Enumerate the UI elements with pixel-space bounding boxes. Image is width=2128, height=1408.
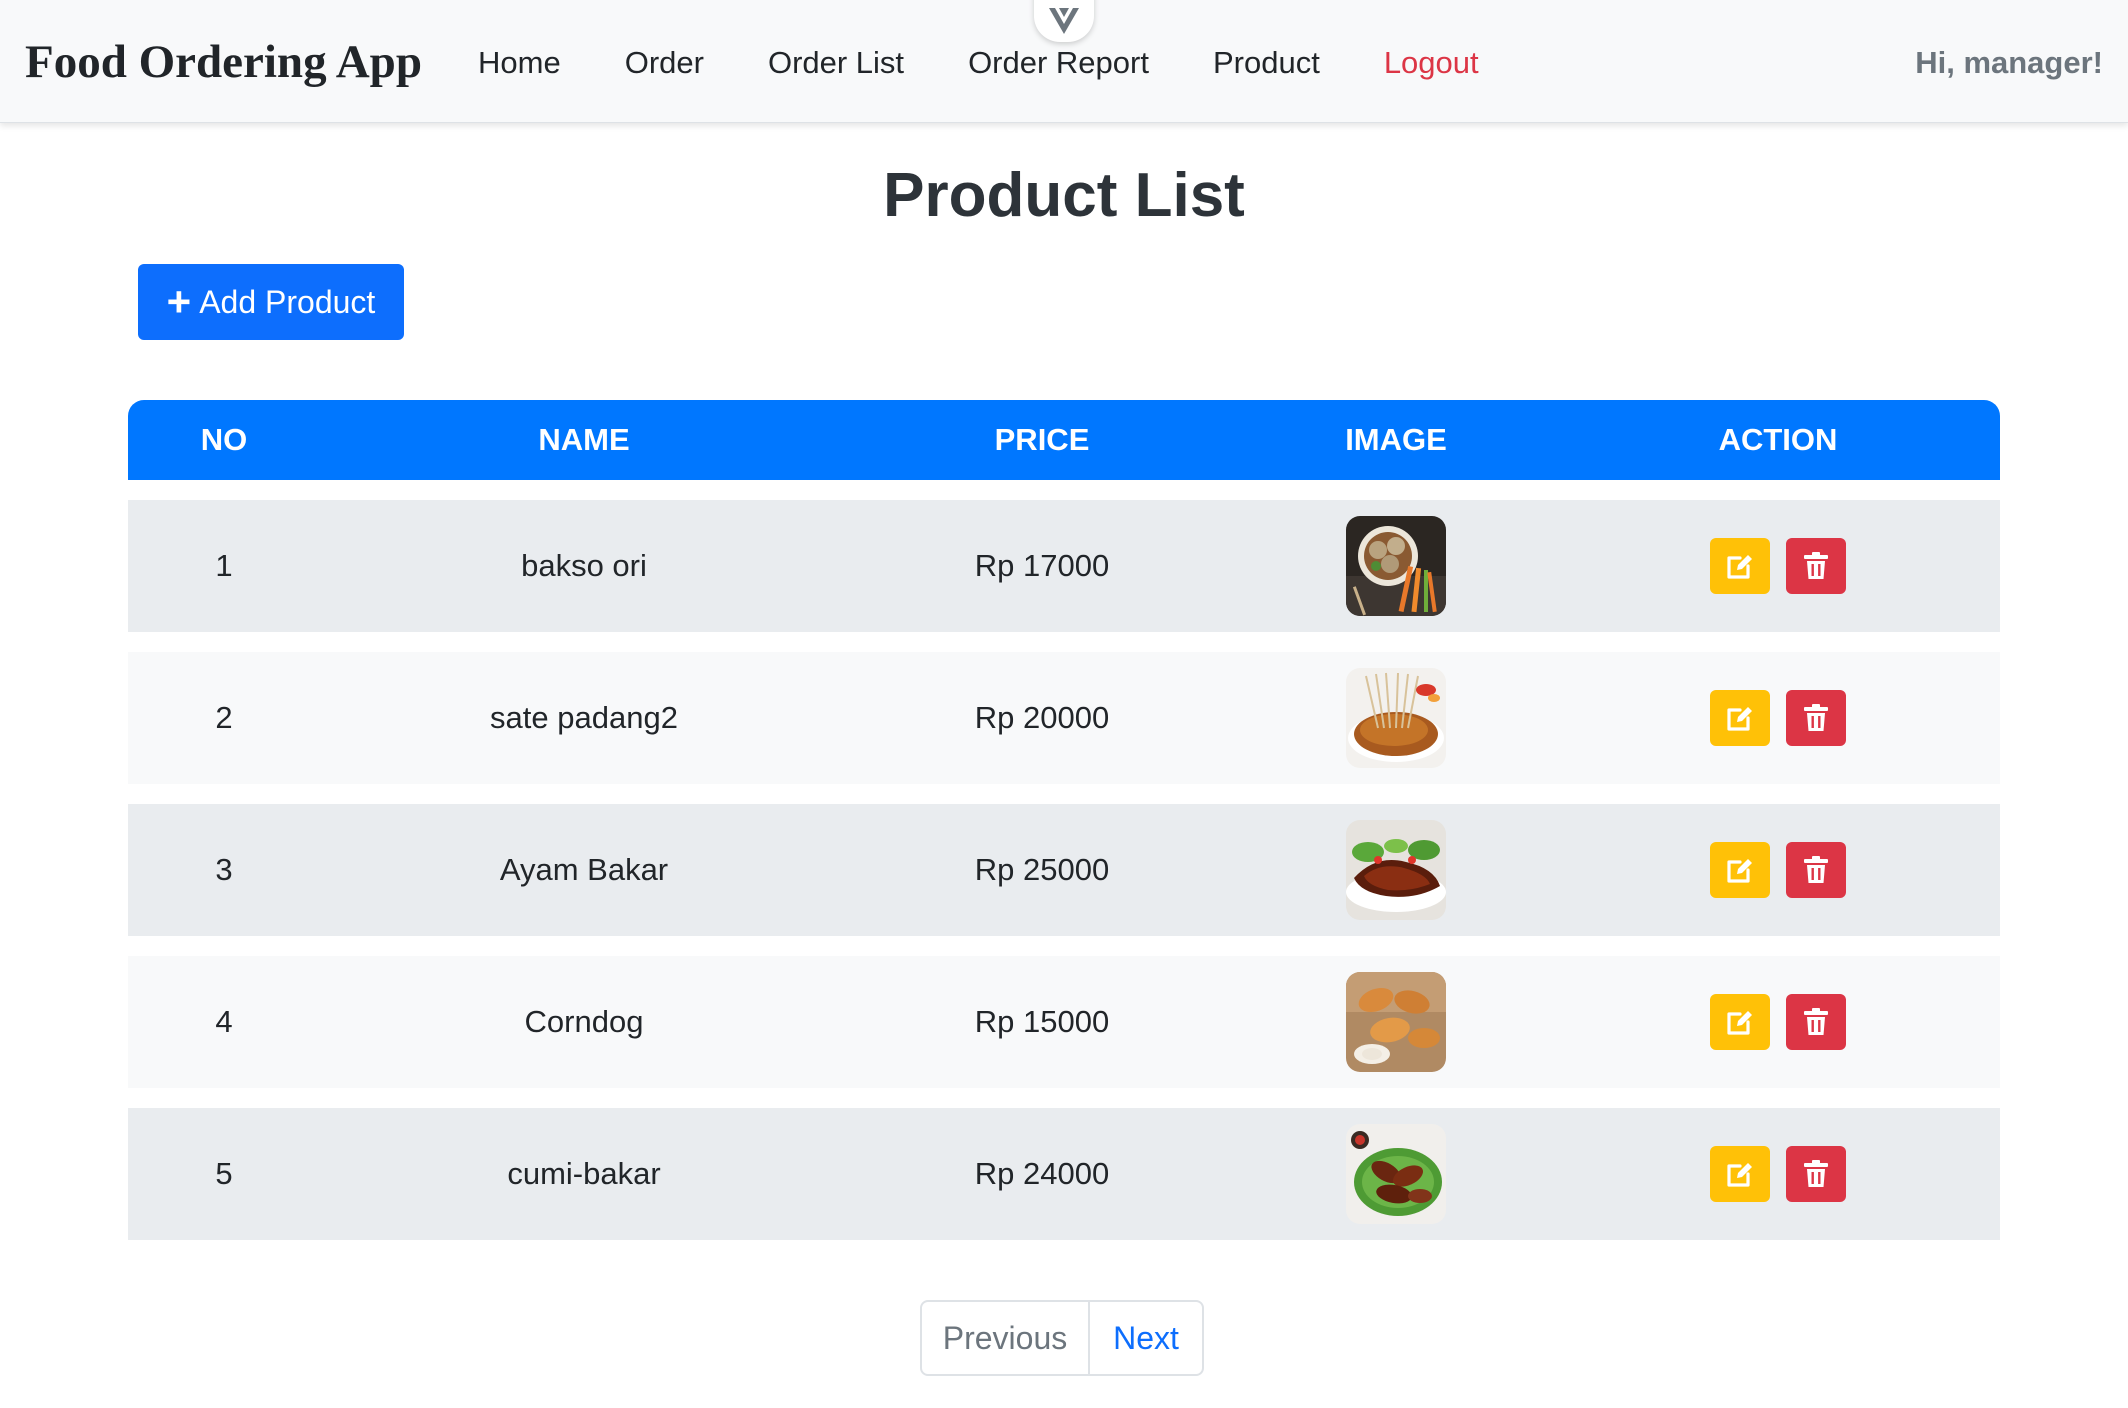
product-thumbnail (1346, 972, 1446, 1072)
column-header-price: PRICE (994, 422, 1090, 457)
cell-price: Rp 25000 (974, 852, 1110, 887)
cell-image (1296, 804, 1496, 936)
table-header: NO NAME PRICE IMAGE ACTION (128, 400, 2000, 480)
next-page-button[interactable]: Next (1090, 1302, 1202, 1374)
product-thumbnail (1346, 1124, 1446, 1224)
cell-image (1296, 956, 1496, 1088)
cell-no: 3 (215, 852, 233, 887)
table-row: 3 Ayam Bakar Rp 25000 (128, 804, 2000, 936)
delete-button[interactable] (1786, 690, 1846, 746)
product-thumbnail (1346, 820, 1446, 920)
cell-image (1296, 500, 1496, 632)
edit-button[interactable] (1710, 1146, 1770, 1202)
user-greeting: Hi, manager! (1915, 45, 2103, 80)
cell-no: 5 (215, 1156, 233, 1191)
nav-link-order-list[interactable]: Order List (768, 38, 904, 88)
cell-price: Rp 15000 (974, 1004, 1110, 1039)
edit-button[interactable] (1710, 994, 1770, 1050)
nav-links: Home Order Order List Order Report Produ… (478, 38, 1543, 88)
pencil-square-icon (1727, 859, 1752, 883)
cell-price: Rp 20000 (974, 700, 1110, 735)
add-product-label: Add Product (199, 283, 376, 320)
product-thumbnail (1346, 668, 1446, 768)
cell-name: cumi-bakar (507, 1156, 661, 1191)
cell-name: sate padang2 (490, 700, 678, 735)
vue-logo-icon (1049, 8, 1079, 34)
cell-action (1628, 1108, 1928, 1240)
pencil-square-icon (1727, 707, 1752, 731)
trash-icon (1804, 552, 1828, 579)
nav-link-order[interactable]: Order (625, 38, 704, 88)
product-thumbnail (1346, 516, 1446, 616)
pencil-square-icon (1727, 1011, 1752, 1035)
cell-action (1628, 652, 1928, 784)
trash-icon (1804, 704, 1828, 731)
column-header-name: NAME (538, 422, 630, 457)
cell-no: 4 (215, 1004, 233, 1039)
navbar: Food Ordering App Home Order Order List … (0, 0, 2128, 123)
table-row: 1 bakso ori Rp 17000 (128, 500, 2000, 632)
page-title: Product List (883, 161, 1245, 230)
delete-button[interactable] (1786, 842, 1846, 898)
trash-icon (1804, 1160, 1828, 1187)
edit-button[interactable] (1710, 538, 1770, 594)
pagination: Previous Next (920, 1300, 1204, 1376)
nav-link-logout[interactable]: Logout (1384, 38, 1479, 88)
cell-image (1296, 652, 1496, 784)
cell-name: bakso ori (521, 548, 647, 583)
cell-action (1628, 804, 1928, 936)
table-row: 4 Corndog Rp 15000 (128, 956, 2000, 1088)
column-header-action: ACTION (1718, 422, 1838, 457)
pencil-square-icon (1727, 555, 1752, 579)
column-header-no: NO (200, 422, 248, 457)
cell-no: 1 (215, 548, 233, 583)
app-brand[interactable]: Food Ordering App (25, 32, 422, 92)
edit-button[interactable] (1710, 690, 1770, 746)
delete-button[interactable] (1786, 994, 1846, 1050)
cell-name: Corndog (524, 1004, 644, 1039)
trash-icon (1804, 856, 1828, 883)
cell-no: 2 (215, 700, 233, 735)
nav-link-product[interactable]: Product (1213, 38, 1320, 88)
cell-image (1296, 1108, 1496, 1240)
table-row: 2 sate padang2 Rp 20000 (128, 652, 2000, 784)
delete-button[interactable] (1786, 538, 1846, 594)
plus-icon: + (166, 278, 192, 325)
pencil-square-icon (1727, 1163, 1752, 1187)
vue-devtools-toggle[interactable] (1034, 0, 1094, 42)
column-header-image: IMAGE (1345, 422, 1447, 457)
cell-action (1628, 956, 1928, 1088)
table-row: 5 cumi-bakar Rp 24000 (128, 1108, 2000, 1240)
nav-link-home[interactable]: Home (478, 38, 561, 88)
trash-icon (1804, 1008, 1828, 1035)
cell-price: Rp 17000 (974, 548, 1110, 583)
delete-button[interactable] (1786, 1146, 1846, 1202)
add-product-button[interactable]: + Add Product (138, 264, 404, 340)
nav-link-order-report[interactable]: Order Report (968, 38, 1149, 88)
edit-button[interactable] (1710, 842, 1770, 898)
cell-action (1628, 500, 1928, 632)
previous-page-button[interactable]: Previous (922, 1302, 1090, 1374)
cell-name: Ayam Bakar (499, 852, 669, 887)
cell-price: Rp 24000 (974, 1156, 1110, 1191)
